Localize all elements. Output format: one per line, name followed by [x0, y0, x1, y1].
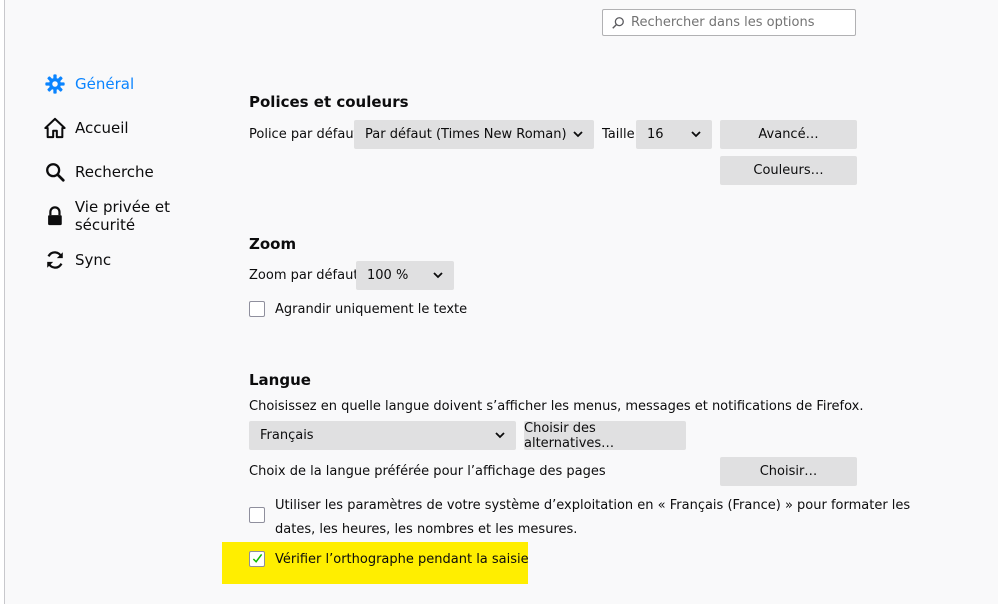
- default-zoom-value: 100 %: [367, 268, 409, 283]
- sidebar-item-label: Sync: [75, 251, 112, 269]
- ui-language-value: Français: [260, 428, 314, 443]
- colors-button[interactable]: Couleurs…: [720, 156, 857, 185]
- language-description: Choisissez en quelle langue doivent s’af…: [249, 399, 864, 414]
- lock-icon: [48, 206, 62, 226]
- home-icon: [44, 117, 66, 139]
- sidebar-item-label: Recherche: [75, 163, 154, 181]
- sidebar-item-general[interactable]: Général: [44, 62, 234, 106]
- default-zoom-select[interactable]: 100 %: [356, 261, 454, 290]
- default-font-value: Par défaut (Times New Roman): [365, 127, 567, 142]
- search-input[interactable]: [629, 14, 853, 31]
- zoom-text-only-label: Agrandir uniquement le texte: [275, 302, 468, 317]
- font-size-select[interactable]: 16: [636, 120, 712, 149]
- window-left-edge: [0, 0, 5, 604]
- gear-icon: [45, 74, 65, 94]
- sidebar-item-label: Général: [75, 75, 135, 93]
- font-size-label: Taille: [602, 127, 635, 142]
- default-font-select[interactable]: Par défaut (Times New Roman): [354, 120, 594, 149]
- chevron-down-icon: [433, 272, 443, 279]
- default-zoom-label: Zoom par défaut: [249, 268, 359, 283]
- chevron-down-icon: [573, 131, 583, 138]
- sidebar-item-search[interactable]: Recherche: [44, 150, 234, 194]
- font-size-value: 16: [647, 127, 664, 142]
- spellcheck-label: Vérifier l’orthographe pendant la saisie: [275, 552, 529, 567]
- fonts-heading: Polices et couleurs: [249, 93, 409, 111]
- os-locale-label-line2: dates, les heures, les nombres et les me…: [275, 522, 578, 537]
- os-locale-label-line1: Utiliser les paramètres de votre système…: [275, 498, 911, 513]
- sidebar-item-home[interactable]: Accueil: [44, 106, 234, 150]
- ui-language-select[interactable]: Français: [249, 421, 516, 450]
- choose-page-language-button[interactable]: Choisir…: [720, 457, 857, 486]
- page-language-label: Choix de la langue préférée pour l’affic…: [249, 464, 606, 479]
- spellcheck-checkbox[interactable]: [249, 551, 265, 567]
- sidebar-item-label: Accueil: [75, 119, 129, 137]
- choose-alternatives-button[interactable]: Choisir des alternatives…: [524, 421, 686, 451]
- chevron-down-icon: [691, 131, 701, 138]
- language-heading: Langue: [249, 371, 311, 389]
- default-font-label: Police par défaut: [249, 127, 359, 142]
- search-icon: [46, 163, 65, 182]
- sync-icon: [47, 251, 63, 269]
- search-box[interactable]: [602, 9, 856, 36]
- advanced-fonts-button[interactable]: Avancé…: [720, 120, 857, 149]
- sidebar: Général Accueil Recherche Vie privée et …: [44, 62, 234, 282]
- chevron-down-icon: [495, 432, 505, 439]
- sidebar-item-privacy[interactable]: Vie privée et sécurité: [44, 194, 234, 238]
- os-locale-checkbox[interactable]: [249, 507, 265, 523]
- search-icon: [612, 16, 624, 29]
- checkmark-icon: [252, 553, 263, 563]
- sidebar-item-sync[interactable]: Sync: [44, 238, 234, 282]
- zoom-heading: Zoom: [249, 235, 297, 253]
- sidebar-item-label: Vie privée et sécurité: [74, 198, 171, 234]
- zoom-text-only-checkbox[interactable]: [249, 301, 265, 317]
